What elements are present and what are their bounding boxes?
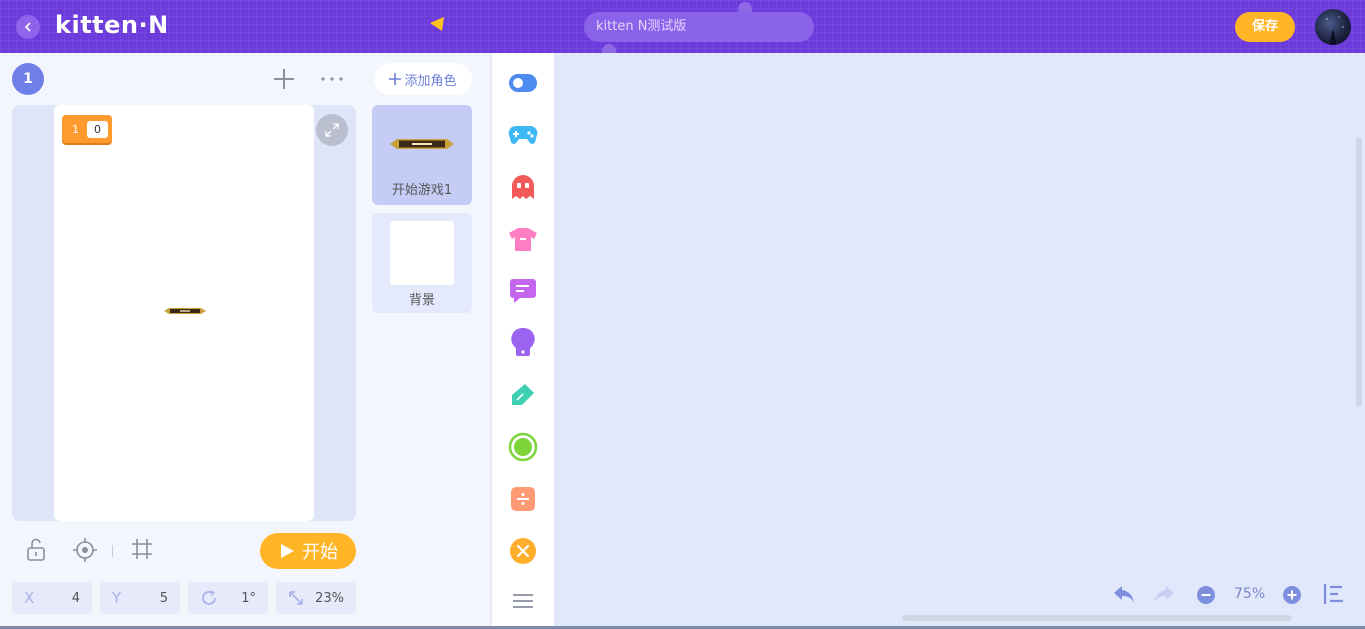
chevron-left-icon bbox=[24, 22, 31, 32]
play-icon bbox=[281, 544, 294, 558]
speech-bubble-icon bbox=[510, 279, 536, 303]
x-value: 4 bbox=[71, 590, 80, 606]
y-label: Y bbox=[112, 589, 122, 607]
zoom-out-icon[interactable] bbox=[1196, 585, 1216, 605]
start-game-sprite-icon[interactable] bbox=[164, 307, 206, 315]
sprite-thumbnail-icon bbox=[390, 139, 454, 149]
tool-divider bbox=[112, 545, 113, 557]
plus-icon bbox=[389, 73, 402, 85]
scene-number-badge[interactable]: 1 bbox=[12, 63, 44, 95]
category-operators[interactable] bbox=[507, 483, 539, 515]
category-pen[interactable] bbox=[507, 379, 539, 411]
start-button-label: 开始 bbox=[302, 542, 338, 563]
stage-canvas[interactable]: 1 0 bbox=[54, 105, 314, 521]
align-blocks-icon[interactable] bbox=[1322, 583, 1346, 605]
avatar[interactable] bbox=[1315, 9, 1351, 45]
add-sprite-label: 添加角色 bbox=[404, 73, 457, 89]
scale-field[interactable]: 23% bbox=[276, 582, 356, 614]
category-control[interactable] bbox=[507, 119, 539, 151]
code-workspace[interactable]: 75% bbox=[554, 53, 1365, 626]
scale-value: 23% bbox=[315, 590, 344, 606]
zoom-in-icon[interactable] bbox=[1282, 585, 1302, 605]
x-position-field[interactable]: X 4 bbox=[12, 582, 92, 614]
unlock-icon[interactable] bbox=[24, 537, 48, 563]
lightbulb-icon bbox=[511, 327, 535, 356]
x-label: X bbox=[24, 589, 35, 607]
background-thumbnail bbox=[390, 221, 454, 285]
category-sensing[interactable] bbox=[507, 327, 539, 359]
category-actions[interactable] bbox=[507, 171, 539, 203]
save-button[interactable]: 保存 bbox=[1235, 12, 1295, 42]
stage-panel: 1 1 0 开始 X 4 Y 5 1° 23% bbox=[0, 53, 364, 629]
sprite-label: 背景 bbox=[408, 293, 435, 308]
category-variables[interactable] bbox=[507, 535, 539, 567]
project-name-field[interactable]: kitten N测试版 bbox=[584, 12, 814, 42]
app-logo: kitten·N bbox=[55, 11, 169, 39]
pen-icon bbox=[512, 384, 534, 405]
sprite-label: 开始游戏1 bbox=[391, 183, 453, 198]
undo-icon[interactable] bbox=[1112, 583, 1136, 605]
top-bar: kitten·N kitten N测试版 保存 bbox=[0, 0, 1365, 58]
variable-icon bbox=[510, 538, 536, 564]
divide-icon bbox=[511, 487, 535, 511]
gamepad-icon bbox=[508, 126, 538, 144]
zoom-level: 75% bbox=[1234, 586, 1266, 602]
resize-icon bbox=[289, 591, 303, 605]
variable-value: 0 bbox=[87, 120, 108, 138]
rotation-field[interactable]: 1° bbox=[188, 582, 268, 614]
stage-area: 1 0 bbox=[12, 105, 356, 521]
horizontal-scrollbar[interactable] bbox=[902, 615, 1292, 621]
category-physics[interactable] bbox=[507, 431, 539, 463]
avatar-image-icon bbox=[1326, 16, 1344, 45]
redo-icon[interactable] bbox=[1152, 583, 1176, 605]
rotate-icon bbox=[202, 590, 216, 605]
sprite-list-panel: 添加角色 开始游戏1 背景 bbox=[364, 53, 490, 629]
add-sprite-button[interactable]: 添加角色 bbox=[374, 63, 472, 95]
category-dialogue[interactable] bbox=[507, 275, 539, 307]
sprite-properties: X 4 Y 5 1° 23% bbox=[12, 582, 356, 614]
toggle-icon bbox=[509, 74, 537, 92]
category-events[interactable] bbox=[507, 67, 539, 99]
variable-monitor[interactable]: 1 0 bbox=[62, 115, 112, 143]
sprite-card-background[interactable]: 背景 bbox=[372, 213, 472, 313]
variable-name: 1 bbox=[72, 122, 79, 136]
stage-tools: 开始 bbox=[0, 531, 364, 571]
locate-icon[interactable] bbox=[72, 537, 98, 563]
rotation-value: 1° bbox=[241, 590, 256, 606]
add-scene-icon[interactable] bbox=[272, 67, 296, 91]
circle-icon bbox=[508, 432, 538, 462]
category-looks[interactable] bbox=[507, 223, 539, 255]
y-value: 5 bbox=[159, 590, 168, 606]
expand-icon bbox=[325, 123, 339, 137]
menu-icon[interactable] bbox=[512, 593, 534, 609]
shirt-icon bbox=[509, 228, 537, 251]
y-position-field[interactable]: Y 5 bbox=[100, 582, 180, 614]
back-button[interactable] bbox=[16, 15, 40, 39]
sprite-card-start-game[interactable]: 开始游戏1 bbox=[372, 105, 472, 205]
start-button[interactable]: 开始 bbox=[260, 533, 356, 569]
fullscreen-button[interactable] bbox=[316, 114, 348, 146]
decoration-triangle-icon bbox=[430, 17, 444, 31]
vertical-scrollbar[interactable] bbox=[1356, 137, 1362, 407]
more-options-icon[interactable] bbox=[320, 69, 344, 89]
block-category-bar bbox=[491, 53, 554, 626]
grid-icon[interactable] bbox=[130, 537, 154, 561]
ghost-icon bbox=[512, 175, 534, 199]
